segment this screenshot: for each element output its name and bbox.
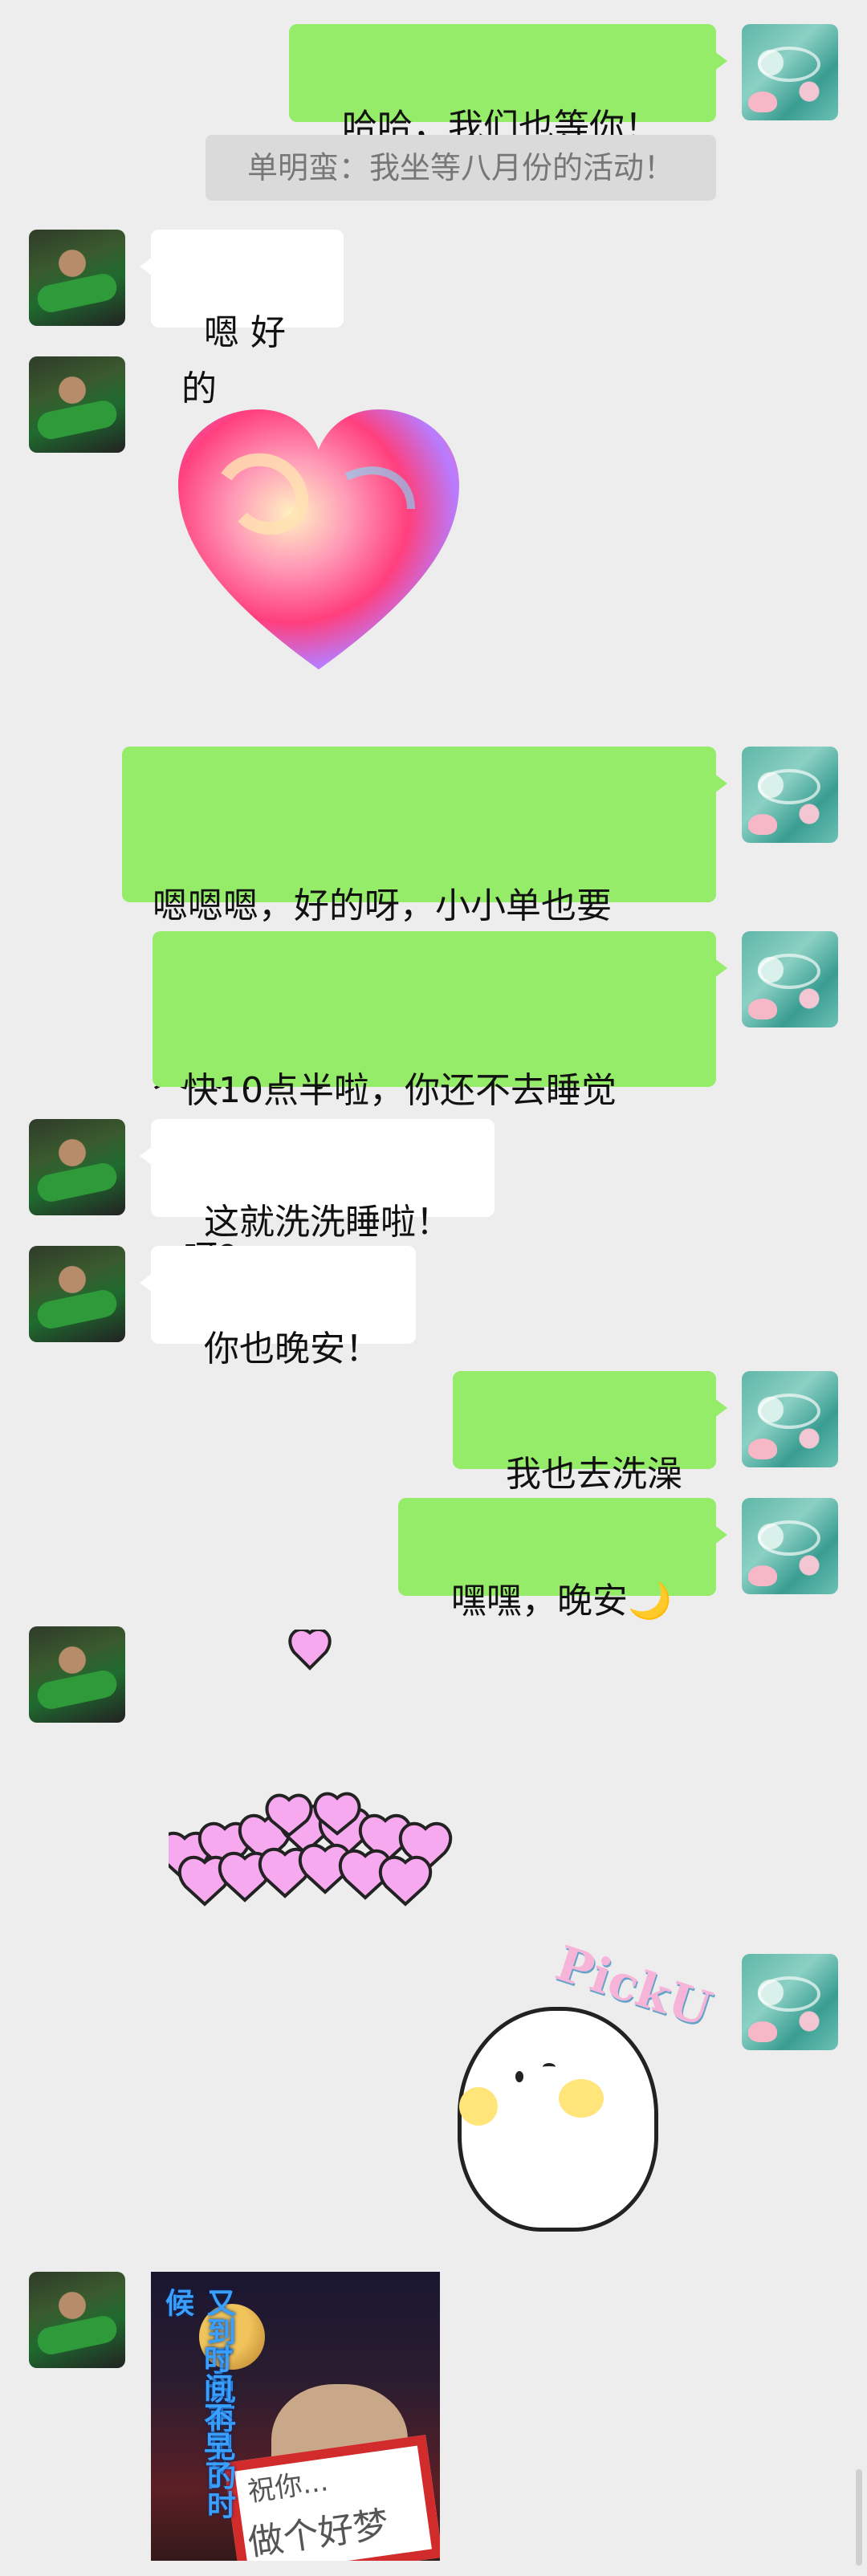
- message-text: 我也去洗澡: [505, 1454, 682, 1495]
- message-text: 这就洗洗睡啦！: [203, 1202, 451, 1243]
- contact-avatar[interactable]: [29, 1626, 125, 1723]
- message-bubble-me[interactable]: 嘿嘿，晚安🌙: [398, 1498, 727, 1622]
- message-text: 嘿嘿，晚安: [450, 1581, 628, 1622]
- message-bubble-other[interactable]: 嗯 好的: [140, 230, 344, 409]
- my-avatar[interactable]: [742, 747, 838, 843]
- contact-avatar[interactable]: [29, 1119, 125, 1215]
- contact-avatar[interactable]: [29, 356, 125, 453]
- sticker-vertical-text-right: 时间不早了: [199, 2344, 232, 2489]
- message-bubble-other[interactable]: 你也晚安！: [140, 1246, 416, 1369]
- system-message: 单明蛮：我坐等八月份的活动！: [206, 135, 716, 201]
- my-avatar[interactable]: [742, 1371, 838, 1467]
- system-message-text: 单明蛮：我坐等八月份的活动！: [246, 150, 674, 185]
- message-bubble-me[interactable]: 快10点半啦，你还不去睡觉 呀？: [153, 931, 727, 1280]
- contact-avatar[interactable]: [29, 230, 125, 326]
- message-bubble-me[interactable]: 我也去洗澡: [453, 1371, 727, 1495]
- message-bubble-me[interactable]: 嗯嗯嗯，好的呀，小小单也要 天天开心呀❤: [122, 747, 727, 1095]
- seal-pickup-sticker[interactable]: PickU: [450, 1935, 718, 2232]
- seal-cheek-left: [459, 2087, 498, 2126]
- moon-icon: 🌙: [627, 1581, 672, 1622]
- contact-avatar[interactable]: [29, 2272, 125, 2368]
- message-bubble-me[interactable]: 哈哈，我们也等你！: [289, 24, 727, 148]
- seal-eye-right: [543, 2063, 556, 2071]
- message-line: 快10点半啦，你还不去睡觉: [183, 1070, 617, 1111]
- message-text: 嗯 好的: [181, 312, 286, 409]
- my-avatar[interactable]: [742, 1954, 838, 2050]
- goodnight-cat-sticker[interactable]: 又到了说再见的时候 时间不早了 祝你... 做个好梦: [151, 2272, 440, 2561]
- message-line: 嗯嗯嗯，好的呀，小小单也要: [153, 885, 612, 926]
- scrollbar[interactable]: [856, 2469, 862, 2566]
- seal-eye-left: [515, 2071, 523, 2082]
- my-avatar[interactable]: [742, 931, 838, 1028]
- message-text: 你也晚安！: [203, 1329, 381, 1369]
- my-avatar[interactable]: [742, 1498, 838, 1594]
- my-avatar[interactable]: [742, 24, 838, 120]
- seal-cheek-right: [559, 2079, 604, 2118]
- message-bubble-other[interactable]: 这就洗洗睡啦！: [140, 1119, 495, 1243]
- heart-sticker[interactable]: [170, 405, 467, 678]
- hearts-pile-sticker[interactable]: [169, 1630, 506, 1919]
- contact-avatar[interactable]: [29, 1246, 125, 1342]
